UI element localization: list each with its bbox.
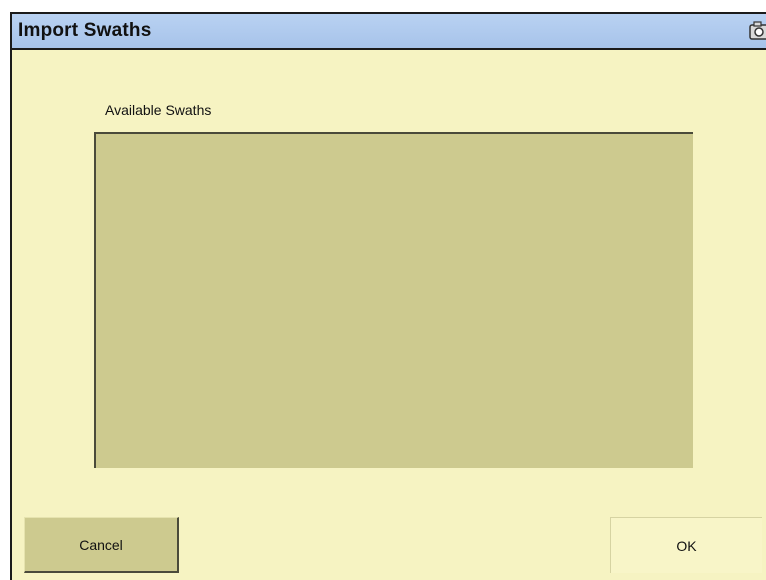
import-swaths-dialog: Import Swaths Available Swaths Cancel OK: [10, 12, 766, 580]
cancel-button[interactable]: Cancel: [24, 517, 179, 573]
available-swaths-label: Available Swaths: [105, 102, 212, 118]
title-bar: Import Swaths: [12, 14, 766, 50]
ok-button[interactable]: OK: [610, 517, 762, 573]
available-swaths-list[interactable]: [94, 132, 693, 468]
dialog-title: Import Swaths: [18, 20, 152, 41]
camera-icon[interactable]: [748, 20, 766, 42]
